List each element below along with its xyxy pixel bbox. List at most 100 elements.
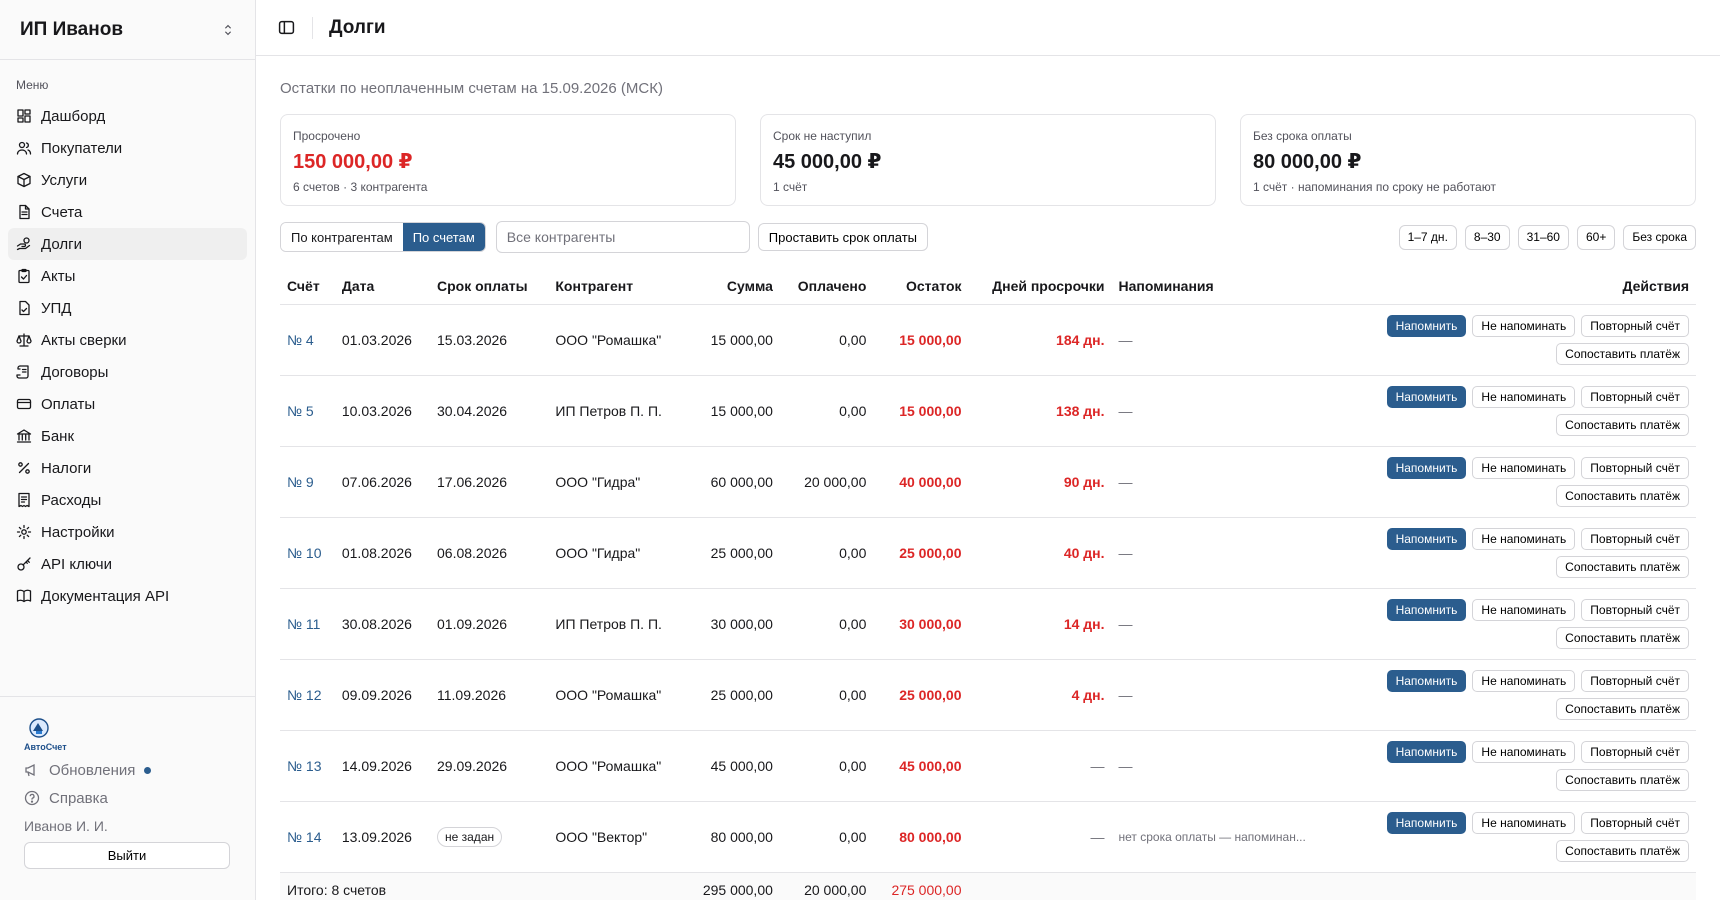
org-switcher[interactable]: ИП Иванов: [0, 0, 255, 60]
view-toggle: По контрагентам По счетам: [280, 222, 486, 252]
balance-cell: 15 000,00: [873, 375, 969, 447]
remind-button[interactable]: Напомнить: [1386, 385, 1467, 408]
remind-button[interactable]: Напомнить: [1386, 314, 1467, 337]
help-link[interactable]: Справка: [24, 784, 231, 812]
col-counterparty[interactable]: Контрагент: [548, 268, 685, 305]
overdue-days-cell: 184 дн.: [968, 304, 1112, 376]
sidebar-item-file-check[interactable]: УПД: [8, 292, 247, 324]
paid-cell: 0,00: [779, 517, 874, 589]
amount-cell: 45 000,00: [684, 730, 780, 802]
match-payment-button[interactable]: Сопоставить платёж: [1556, 342, 1689, 365]
sidebar-item-users[interactable]: Покупатели: [8, 132, 247, 164]
sidebar-item-scale[interactable]: Акты сверки: [8, 324, 247, 356]
repeat-invoice-button[interactable]: Повторный счёт: [1581, 598, 1689, 621]
set-due-date-button[interactable]: Проставить срок оплаты: [757, 223, 928, 251]
match-payment-button[interactable]: Сопоставить платёж: [1556, 839, 1689, 862]
match-payment-button[interactable]: Сопоставить платёж: [1556, 484, 1689, 507]
total-balance: 275 000,00: [873, 872, 969, 900]
sidebar-item-file[interactable]: Счета: [8, 196, 247, 228]
repeat-invoice-button[interactable]: Повторный счёт: [1581, 811, 1689, 834]
invoice-link[interactable]: № 12: [280, 659, 335, 731]
sidebar-item-credit-card[interactable]: Оплаты: [8, 388, 247, 420]
invoice-link[interactable]: № 4: [280, 304, 335, 376]
total-row: Итого: 8 счетов 295 000,00 20 000,00 275 00…: [280, 872, 1696, 900]
no-remind-button[interactable]: Не напоминать: [1472, 456, 1576, 479]
col-overdue-days[interactable]: Дней просрочки: [968, 268, 1112, 305]
repeat-invoice-button[interactable]: Повторный счёт: [1581, 740, 1689, 763]
reminders-cell: —: [1111, 304, 1338, 376]
match-payment-button[interactable]: Сопоставить платёж: [1556, 697, 1689, 720]
table-row: № 10 01.08.2026 06.08.2026 ООО "Гидра" 25 00…: [280, 517, 1696, 589]
remind-button[interactable]: Напомнить: [1386, 456, 1467, 479]
sidebar-item-scroll[interactable]: Договоры: [8, 356, 247, 388]
overdue-days-cell: 90 дн.: [968, 446, 1112, 518]
users-icon: [16, 141, 32, 155]
counterparty-filter-input[interactable]: [495, 221, 750, 253]
col-date[interactable]: Дата: [334, 268, 430, 305]
repeat-invoice-button[interactable]: Повторный счёт: [1581, 314, 1689, 337]
bucket-filter-button[interactable]: 1–7 дн.: [1398, 224, 1457, 250]
repeat-invoice-button[interactable]: Повторный счёт: [1581, 456, 1689, 479]
invoice-link[interactable]: № 5: [280, 375, 335, 447]
date-cell: 09.09.2026: [334, 659, 430, 731]
remind-button[interactable]: Напомнить: [1386, 598, 1467, 621]
amount-cell: 60 000,00: [684, 446, 780, 518]
no-remind-button[interactable]: Не напоминать: [1472, 811, 1576, 834]
invoice-link[interactable]: № 11: [280, 588, 335, 660]
invoice-link[interactable]: № 10: [280, 517, 335, 589]
view-by-invoice-button[interactable]: По счетам: [402, 223, 485, 251]
sidebar-item-percent[interactable]: Налоги: [8, 452, 247, 484]
col-paid[interactable]: Оплачено: [779, 268, 874, 305]
match-payment-button[interactable]: Сопоставить платёж: [1556, 626, 1689, 649]
sidebar-item-label: УПД: [41, 299, 72, 317]
invoice-link[interactable]: № 14: [280, 801, 335, 873]
no-remind-button[interactable]: Не напоминать: [1472, 527, 1576, 550]
repeat-invoice-button[interactable]: Повторный счёт: [1581, 385, 1689, 408]
reminders-cell: —: [1111, 375, 1338, 447]
repeat-invoice-button[interactable]: Повторный счёт: [1581, 527, 1689, 550]
bucket-filter-button[interactable]: 8–30: [1464, 224, 1510, 250]
sidebar-item-box[interactable]: Услуги: [8, 164, 247, 196]
invoice-link[interactable]: № 13: [280, 730, 335, 802]
sidebar-item-book[interactable]: Документация API: [8, 580, 247, 612]
sidebar-item-receipt[interactable]: Расходы: [8, 484, 247, 516]
match-payment-button[interactable]: Сопоставить платёж: [1556, 768, 1689, 791]
col-invoice[interactable]: Счёт: [280, 268, 335, 305]
sidebar-item-key[interactable]: API ключи: [8, 548, 247, 580]
sidebar-item-clipboard-check[interactable]: Акты: [8, 260, 247, 292]
no-remind-button[interactable]: Не напоминать: [1472, 598, 1576, 621]
remind-button[interactable]: Напомнить: [1386, 527, 1467, 550]
match-payment-button[interactable]: Сопоставить платёж: [1556, 413, 1689, 436]
logout-button[interactable]: Выйти: [24, 842, 230, 869]
remind-button[interactable]: Напомнить: [1386, 740, 1467, 763]
sidebar-item-hand-coins[interactable]: Долги: [8, 228, 247, 260]
view-by-counterparty-button[interactable]: По контрагентам: [281, 223, 403, 251]
remind-button[interactable]: Напомнить: [1386, 811, 1467, 834]
col-due[interactable]: Срок оплаты: [430, 268, 549, 305]
sidebar-item-bank[interactable]: Банк: [8, 420, 247, 452]
balance-cell: 40 000,00: [873, 446, 969, 518]
col-amount[interactable]: Сумма: [684, 268, 780, 305]
sidebar-item-dashboard[interactable]: Дашборд: [8, 100, 247, 132]
bucket-filter-button[interactable]: 60+: [1576, 224, 1616, 250]
sidebar: ИП Иванов Меню Дашборд Покупатели Услуги Сч…: [0, 0, 256, 900]
match-payment-button[interactable]: Сопоставить платёж: [1556, 555, 1689, 578]
col-balance[interactable]: Остаток: [873, 268, 969, 305]
no-remind-button[interactable]: Не напоминать: [1472, 740, 1576, 763]
repeat-invoice-button[interactable]: Повторный счёт: [1581, 669, 1689, 692]
remind-button[interactable]: Напомнить: [1386, 669, 1467, 692]
sidebar-item-label: Покупатели: [41, 139, 123, 157]
no-remind-button[interactable]: Не напоминать: [1472, 385, 1576, 408]
overdue-days-cell: 138 дн.: [968, 375, 1112, 447]
sidebar-item-gear[interactable]: Настройки: [8, 516, 247, 548]
megaphone-icon: [25, 763, 35, 777]
no-remind-button[interactable]: Не напоминать: [1472, 669, 1576, 692]
bank-icon: [16, 429, 32, 443]
updates-link[interactable]: Обновления: [24, 756, 231, 784]
invoice-link[interactable]: № 9: [280, 446, 335, 518]
bucket-filter-button[interactable]: Без срока: [1623, 224, 1696, 250]
no-remind-button[interactable]: Не напоминать: [1472, 314, 1576, 337]
logo-text: АвтоСчет: [24, 742, 67, 752]
bucket-filter-button[interactable]: 31–60: [1517, 224, 1569, 250]
sidebar-toggle-icon[interactable]: [278, 19, 295, 36]
